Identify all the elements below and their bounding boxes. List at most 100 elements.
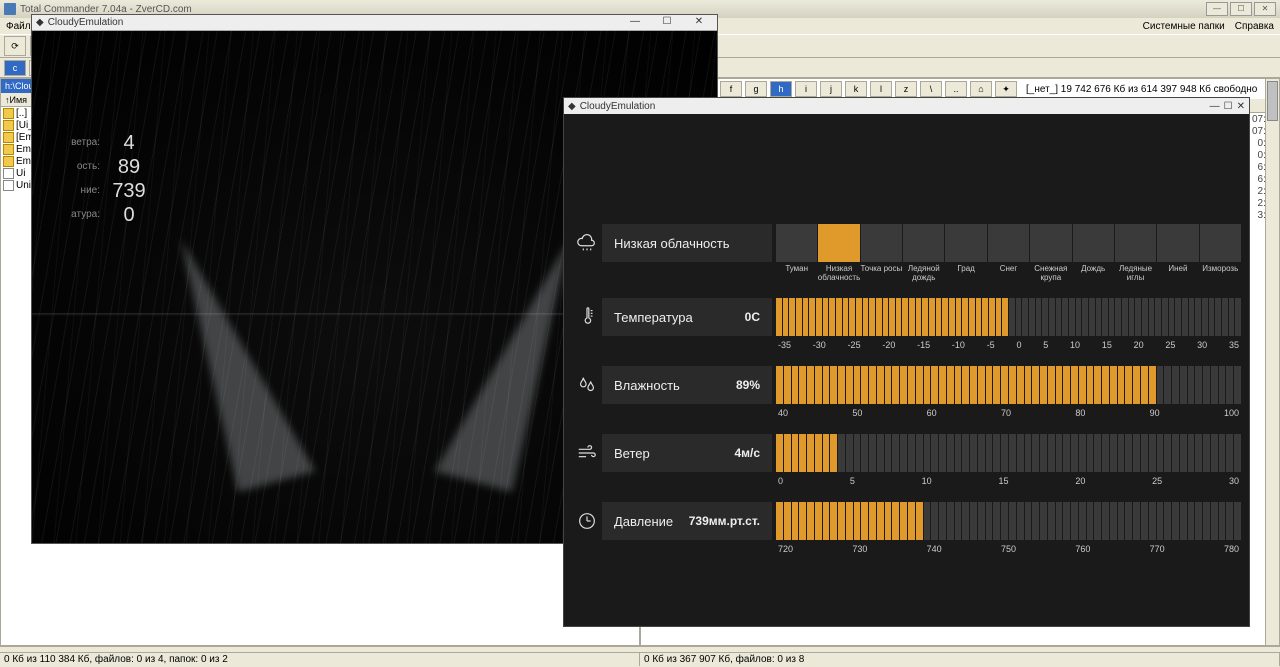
bar-segment[interactable] bbox=[807, 434, 814, 472]
bar-segment[interactable] bbox=[986, 366, 993, 404]
bar-segment[interactable] bbox=[1234, 434, 1241, 472]
toolbar-refresh-icon[interactable]: ⟳ bbox=[4, 36, 26, 56]
bar-segment[interactable] bbox=[956, 298, 962, 336]
bar-segment[interactable] bbox=[776, 434, 783, 472]
panel-max-button[interactable]: ☐ bbox=[1224, 101, 1233, 112]
bar-segment[interactable] bbox=[1076, 298, 1082, 336]
right-scrollbar[interactable] bbox=[1265, 79, 1279, 645]
bar-segment[interactable] bbox=[1029, 298, 1035, 336]
bar-segment[interactable] bbox=[1141, 502, 1148, 540]
bar-segment[interactable] bbox=[1203, 366, 1210, 404]
bar-segment[interactable] bbox=[1079, 366, 1086, 404]
weather-category[interactable]: Туман bbox=[776, 224, 817, 262]
bar-segment[interactable] bbox=[815, 434, 822, 472]
bar-segment[interactable] bbox=[955, 434, 962, 472]
bar-segment[interactable] bbox=[1211, 502, 1218, 540]
bar-segment[interactable] bbox=[1022, 298, 1028, 336]
bar-segment[interactable] bbox=[1032, 434, 1039, 472]
bar-segment[interactable] bbox=[854, 366, 861, 404]
bar-segment[interactable] bbox=[931, 502, 938, 540]
bar-segment[interactable] bbox=[924, 434, 931, 472]
drive-left-c[interactable]: c bbox=[4, 60, 26, 76]
drive-button-z[interactable]: z bbox=[895, 81, 917, 97]
bar-segment[interactable] bbox=[970, 366, 977, 404]
bar-segment[interactable] bbox=[1056, 298, 1062, 336]
weather-category[interactable]: Иней bbox=[1157, 224, 1198, 262]
bar-segment[interactable] bbox=[929, 298, 935, 336]
bar-segment[interactable] bbox=[789, 298, 795, 336]
bar-segment[interactable] bbox=[1040, 366, 1047, 404]
bar-segment[interactable] bbox=[1048, 366, 1055, 404]
weather-category[interactable]: Снег bbox=[988, 224, 1029, 262]
bar-segment[interactable] bbox=[799, 366, 806, 404]
bar-segment[interactable] bbox=[1025, 366, 1032, 404]
bar-segment[interactable] bbox=[883, 298, 889, 336]
bar-segment[interactable] bbox=[947, 502, 954, 540]
bar-segment[interactable] bbox=[1009, 434, 1016, 472]
bar-segment[interactable] bbox=[1109, 298, 1115, 336]
bar-segment[interactable] bbox=[1203, 502, 1210, 540]
bar-segment[interactable] bbox=[1162, 298, 1168, 336]
bar-segment[interactable] bbox=[1235, 298, 1241, 336]
bar-segment[interactable] bbox=[955, 366, 962, 404]
bar-segment[interactable] bbox=[1115, 298, 1121, 336]
bar-segment[interactable] bbox=[792, 434, 799, 472]
bar-segment[interactable] bbox=[796, 298, 802, 336]
bar-segment[interactable] bbox=[1195, 298, 1201, 336]
bar-segment[interactable] bbox=[1110, 434, 1117, 472]
bar-segment[interactable] bbox=[1135, 298, 1141, 336]
bar-segment[interactable] bbox=[1087, 502, 1094, 540]
bar-segment[interactable] bbox=[1226, 502, 1233, 540]
bar-segment[interactable] bbox=[830, 366, 837, 404]
bar-segment[interactable] bbox=[1069, 298, 1075, 336]
bar-segment[interactable] bbox=[1001, 366, 1008, 404]
bar-segment[interactable] bbox=[1017, 366, 1024, 404]
bar-segment[interactable] bbox=[962, 434, 969, 472]
scene-min-button[interactable]: — bbox=[621, 16, 649, 30]
bar-segment[interactable] bbox=[1009, 502, 1016, 540]
bar-segment[interactable] bbox=[978, 502, 985, 540]
value-bar[interactable] bbox=[776, 434, 1241, 472]
bar-segment[interactable] bbox=[1063, 366, 1070, 404]
bar-segment[interactable] bbox=[1211, 366, 1218, 404]
bar-segment[interactable] bbox=[792, 502, 799, 540]
bar-segment[interactable] bbox=[784, 434, 791, 472]
tc-menu-sysfolders[interactable]: Системные папки bbox=[1143, 21, 1225, 32]
weather-category[interactable]: Точка росы bbox=[861, 224, 902, 262]
bar-segment[interactable] bbox=[863, 298, 869, 336]
scene-titlebar[interactable]: ◆ CloudyEmulation — ☐ ✕ bbox=[32, 15, 717, 31]
bar-segment[interactable] bbox=[1048, 434, 1055, 472]
bar-segment[interactable] bbox=[962, 366, 969, 404]
bar-segment[interactable] bbox=[1118, 434, 1125, 472]
bar-segment[interactable] bbox=[838, 366, 845, 404]
bar-segment[interactable] bbox=[849, 298, 855, 336]
bar-segment[interactable] bbox=[1071, 502, 1078, 540]
weather-category[interactable]: Снежная крупа bbox=[1030, 224, 1071, 262]
bar-segment[interactable] bbox=[908, 366, 915, 404]
bar-segment[interactable] bbox=[1056, 434, 1063, 472]
bar-segment[interactable] bbox=[1002, 298, 1008, 336]
drive-button-i[interactable]: i bbox=[795, 81, 817, 97]
bar-segment[interactable] bbox=[902, 298, 908, 336]
bar-segment[interactable] bbox=[1102, 434, 1109, 472]
bar-segment[interactable] bbox=[1082, 298, 1088, 336]
scene-max-button[interactable]: ☐ bbox=[653, 16, 681, 30]
bar-segment[interactable] bbox=[1157, 434, 1164, 472]
bar-segment[interactable] bbox=[889, 298, 895, 336]
bar-segment[interactable] bbox=[962, 502, 969, 540]
bar-segment[interactable] bbox=[846, 434, 853, 472]
bar-segment[interactable] bbox=[1202, 298, 1208, 336]
bar-segment[interactable] bbox=[978, 434, 985, 472]
bar-segment[interactable] bbox=[1188, 502, 1195, 540]
bar-segment[interactable] bbox=[924, 366, 931, 404]
bar-segment[interactable] bbox=[1009, 366, 1016, 404]
bar-segment[interactable] bbox=[1062, 298, 1068, 336]
bar-segment[interactable] bbox=[1203, 434, 1210, 472]
bar-segment[interactable] bbox=[1157, 366, 1164, 404]
bar-segment[interactable] bbox=[982, 298, 988, 336]
bar-segment[interactable] bbox=[823, 502, 830, 540]
bar-segment[interactable] bbox=[916, 298, 922, 336]
bar-segment[interactable] bbox=[1234, 366, 1241, 404]
bar-segment[interactable] bbox=[1226, 366, 1233, 404]
weather-category[interactable]: Ледяной дождь bbox=[903, 224, 944, 262]
